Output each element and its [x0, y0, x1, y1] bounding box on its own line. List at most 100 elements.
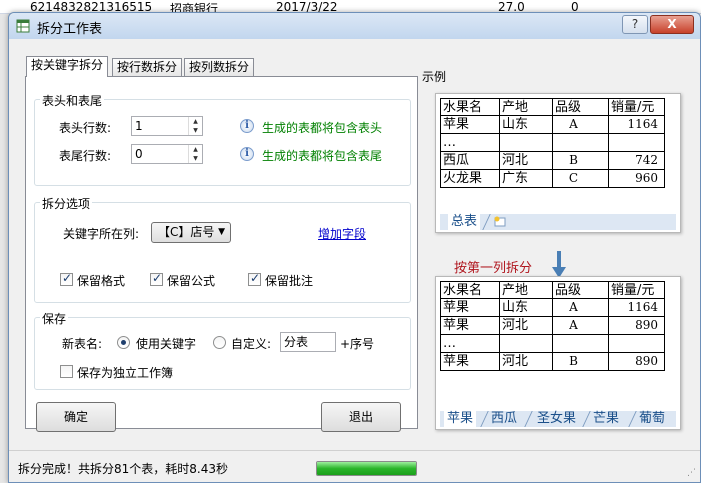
footer-note: 生成的表都将包含表尾 — [262, 149, 383, 163]
resize-grip-icon[interactable]: ⋰ — [687, 468, 696, 478]
cell: … — [440, 134, 500, 152]
footer-rows-spinner[interactable]: 0 ▲ ▼ — [131, 144, 203, 164]
close-button[interactable]: X — [650, 15, 694, 34]
progress-bar — [316, 461, 417, 476]
tab-split-by-columns[interactable]: 按列数拆分 — [184, 58, 255, 76]
tab-split-by-rows[interactable]: 按行数拆分 — [112, 58, 183, 76]
cell: 苹果 — [440, 353, 500, 371]
cell: 1164 — [609, 116, 665, 134]
split-options-group-label: 拆分选项 — [40, 195, 93, 212]
cell: 河北 — [500, 353, 553, 371]
ok-button[interactable]: 确定 — [36, 402, 116, 432]
header-cell: 品级 — [553, 98, 609, 116]
table-row: 苹果 山东 A 1164 — [440, 116, 676, 134]
example-label: 示例 — [422, 70, 447, 84]
sheet-tab-watermelon: 西瓜 — [491, 411, 518, 426]
arrow-down-icon — [552, 251, 566, 278]
spin-down-icon[interactable]: ▼ — [189, 126, 202, 135]
key-column-value: 【C】店号 — [158, 225, 215, 239]
cell: 苹果 — [440, 299, 500, 317]
key-column-dropdown[interactable]: 【C】店号 ▼ — [151, 222, 231, 243]
example-sheet-tabs: 总表 — [440, 214, 676, 230]
cell — [500, 134, 553, 152]
standalone-workbook-checkbox[interactable] — [60, 365, 73, 378]
cell: 火龙果 — [440, 170, 500, 188]
info-icon: i — [240, 147, 254, 161]
spinner-arrows: ▲ ▼ — [188, 145, 202, 163]
app-icon — [16, 19, 30, 33]
custom-name-label: 自定义: — [231, 337, 272, 351]
cell: … — [440, 335, 500, 353]
use-keyword-label: 使用关键字 — [136, 337, 197, 351]
split-worksheet-dialog: 拆分工作表 ? X 按关键字拆分 按行数拆分 按列数拆分 表头和表尾 表头行数:… — [8, 12, 701, 483]
example-before-sheet: 水果名 产地 品级 销量/元 苹果 山东 A 1164 … 西瓜 河北 B 74… — [435, 93, 681, 233]
status-text: 拆分完成！共拆分81个表，耗时8.43秒 — [18, 462, 228, 476]
cell: B — [553, 152, 609, 170]
cell: C — [553, 170, 609, 188]
example-split-sheet-tabs: 苹果 西瓜 圣女果 芒果 葡萄 — [440, 411, 676, 427]
example-header-row: 水果名 产地 品级 销量/元 — [440, 98, 676, 116]
cell: 960 — [609, 170, 665, 188]
title-bar[interactable]: 拆分工作表 ? X — [9, 13, 700, 39]
header-footer-group-label: 表头和表尾 — [40, 92, 105, 109]
progress-fill — [317, 462, 416, 475]
sheet-tab-mango: 芒果 — [593, 411, 620, 426]
spin-up-icon[interactable]: ▲ — [189, 145, 202, 154]
add-field-link[interactable]: 增加字段 — [318, 225, 366, 242]
cell: 742 — [609, 152, 665, 170]
divider — [62, 255, 378, 256]
spinner-arrows: ▲ ▼ — [188, 117, 202, 135]
table-row: 火龙果 广东 C 960 — [440, 170, 676, 188]
spin-down-icon[interactable]: ▼ — [189, 154, 202, 163]
split-options-group: 拆分选项 关键字所在列: 【C】店号 ▼ 增加字段 保留格式 保留公式 保留批注 — [34, 195, 411, 303]
keep-comment-checkbox[interactable] — [248, 271, 261, 286]
example-header-row: 水果名 产地 品级 销量/元 — [440, 281, 676, 299]
tab-separator — [524, 411, 533, 427]
tab-split-by-keyword[interactable]: 按关键字拆分 — [26, 56, 109, 77]
save-group: 保存 新表名: 使用关键字 自定义: 分表 +序号 保存为独立工作簿 — [34, 310, 411, 390]
keep-formula-checkbox[interactable] — [150, 271, 163, 286]
use-keyword-radio[interactable] — [117, 336, 130, 349]
window-title: 拆分工作表 — [37, 22, 103, 37]
keep-formula-label: 保留公式 — [167, 274, 216, 288]
status-bar: 拆分完成！共拆分81个表，耗时8.43秒 ⋰ — [9, 450, 700, 482]
cell: 1164 — [609, 299, 665, 317]
custom-name-input[interactable]: 分表 — [280, 332, 336, 352]
cell: 山东 — [500, 116, 553, 134]
cell: A — [553, 116, 609, 134]
table-row: 苹果 河北 A 890 — [440, 317, 676, 335]
sheet-tab-cherry-tomato: 圣女果 — [537, 411, 577, 426]
tab-separator — [482, 214, 491, 230]
table-row: 苹果 山东 A 1164 — [440, 299, 676, 317]
footer-rows-value: 0 — [135, 147, 143, 161]
sheet-tab-apple: 苹果 — [444, 411, 477, 427]
spin-up-icon[interactable]: ▲ — [189, 117, 202, 126]
keep-comment-label: 保留批注 — [265, 274, 314, 288]
cell: 890 — [609, 353, 665, 371]
split-by-first-column-note: 按第一列拆分 — [454, 261, 533, 276]
cell: 苹果 — [440, 116, 500, 134]
cell: 西瓜 — [440, 152, 500, 170]
cell: 广东 — [500, 170, 553, 188]
keep-format-checkbox[interactable] — [60, 271, 73, 286]
key-column-label: 关键字所在列: — [63, 227, 140, 241]
exit-button[interactable]: 退出 — [321, 402, 401, 432]
header-rows-spinner[interactable]: 1 ▲ ▼ — [131, 116, 203, 136]
header-cell: 销量/元 — [609, 98, 665, 116]
cell — [609, 134, 665, 152]
custom-name-radio[interactable] — [213, 336, 226, 349]
header-cell: 产地 — [500, 281, 553, 299]
cell — [609, 335, 665, 353]
header-cell: 销量/元 — [609, 281, 665, 299]
cell: A — [553, 299, 609, 317]
keyword-split-panel: 表头和表尾 表头行数: 1 ▲ ▼ i 生成的表都将包含表头 表尾行数: 0 ▲… — [25, 76, 418, 432]
cell: 山东 — [500, 299, 553, 317]
header-cell: 水果名 — [440, 98, 500, 116]
chevron-down-icon: ▼ — [218, 227, 225, 237]
table-row: 苹果 河北 B 890 — [440, 353, 676, 371]
sheet-tab-summary: 总表 — [448, 214, 481, 230]
help-button[interactable]: ? — [622, 15, 648, 34]
new-sheet-icon — [494, 216, 506, 227]
header-cell: 水果名 — [440, 281, 500, 299]
keep-format-label: 保留格式 — [77, 274, 126, 288]
